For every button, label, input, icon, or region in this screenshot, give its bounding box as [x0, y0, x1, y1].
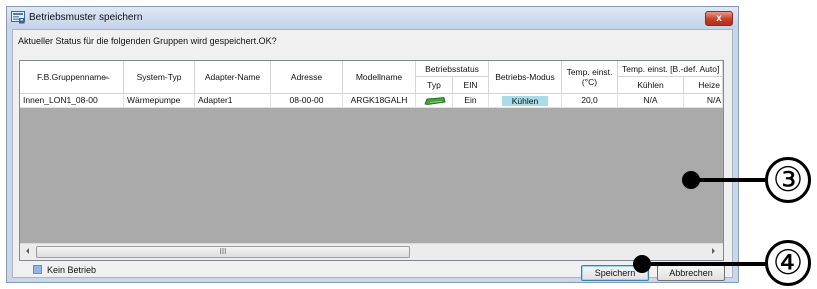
cell-heating-temp: N/A [684, 94, 723, 108]
header-label: Betriebs-Modus [495, 72, 555, 82]
window-app-icon [11, 11, 25, 24]
header-operating-status: Betriebsstatus [416, 61, 489, 77]
header-label: Adapter-Name [204, 72, 261, 82]
header-heating[interactable]: Heize [684, 77, 723, 94]
header-adapter-name[interactable]: Adapter-Name [195, 61, 271, 94]
cell-group-name: Innen_LON1_08-00 [20, 94, 124, 108]
cancel-button[interactable]: Abbrechen [657, 265, 725, 281]
cell-address: 08-00-00 [271, 94, 343, 108]
cell-temp-setting: 20,0 [562, 94, 618, 108]
cell-adapter-name: Adapter1 [195, 94, 271, 108]
header-address[interactable]: Adresse [271, 61, 343, 94]
legend-color-swatch [33, 265, 42, 274]
header-label: Temp. einst. [B.-def. Auto] (°C) [622, 63, 722, 74]
confirmation-message: Aktueller Status für die folgenden Grupp… [18, 36, 277, 46]
indoor-unit-icon [424, 97, 446, 105]
header-operating-mode[interactable]: Betriebs-Modus [489, 61, 562, 94]
header-label: Betriebsstatus [425, 63, 479, 74]
header-label: EIN [463, 80, 478, 90]
header-label: Temp. einst. [566, 67, 613, 77]
callout-number-3: ③ [765, 157, 811, 203]
header-label: Typ [427, 80, 441, 90]
callout-line-3 [690, 178, 766, 182]
grip-icon: III [219, 247, 227, 256]
header-cooling[interactable]: Kühlen [618, 77, 684, 94]
cell-status-type [416, 94, 453, 108]
cell-on-state: Ein [453, 94, 489, 108]
callout-number-4: ④ [765, 240, 811, 286]
save-operation-pattern-dialog: Betriebsmuster speichern x Aktueller Sta… [6, 6, 739, 283]
header-temp-setting-auto: Temp. einst. [B.-def. Auto] (°C) [618, 61, 723, 77]
close-button[interactable]: x [705, 11, 733, 26]
header-label: Modellname [355, 72, 403, 82]
header-model-name[interactable]: Modellname [343, 61, 416, 94]
close-icon: x [716, 13, 722, 24]
mode-badge: Kühlen [502, 96, 548, 106]
header-label: System-Typ [136, 72, 182, 82]
cell-system-type: Wärmepumpe [124, 94, 195, 108]
title-bar: Betriebsmuster speichern x [7, 7, 738, 29]
table-header: F.B.Gruppenname System-Typ Adapter-Name … [20, 61, 723, 94]
table-row[interactable]: Innen_LON1_08-00 Wärmepumpe Adapter1 08-… [20, 94, 723, 108]
sort-ascending-icon [104, 76, 110, 79]
header-status-type[interactable]: Typ [416, 77, 453, 94]
header-label: Heize [698, 80, 720, 90]
header-label: Adresse [290, 72, 323, 82]
header-label: F.B.Gruppenname [37, 72, 106, 82]
cell-cooling-temp: N/A [618, 94, 684, 108]
window-title: Betriebsmuster speichern [29, 12, 143, 23]
scrollbar-thumb[interactable]: III [36, 246, 410, 258]
legend-label: Kein Betrieb [47, 265, 97, 275]
group-status-table[interactable]: F.B.Gruppenname System-Typ Adapter-Name … [19, 60, 724, 261]
header-unit: (°C) [581, 77, 598, 87]
header-status-on[interactable]: EIN [453, 77, 489, 94]
header-system-type[interactable]: System-Typ [124, 61, 195, 94]
scroll-right-icon[interactable] [712, 248, 715, 254]
scroll-left-icon[interactable] [26, 248, 29, 254]
header-temp-setting[interactable]: Temp. einst. (°C) [562, 61, 618, 94]
callout-line-4 [641, 262, 766, 266]
header-label: Kühlen [637, 80, 664, 90]
cell-operating-mode: Kühlen [489, 94, 562, 108]
dialog-content: Aktueller Status für die folgenden Grupp… [12, 29, 733, 281]
cell-model-name: ARGK18GALH [343, 94, 416, 108]
horizontal-scrollbar[interactable]: III [20, 243, 723, 260]
